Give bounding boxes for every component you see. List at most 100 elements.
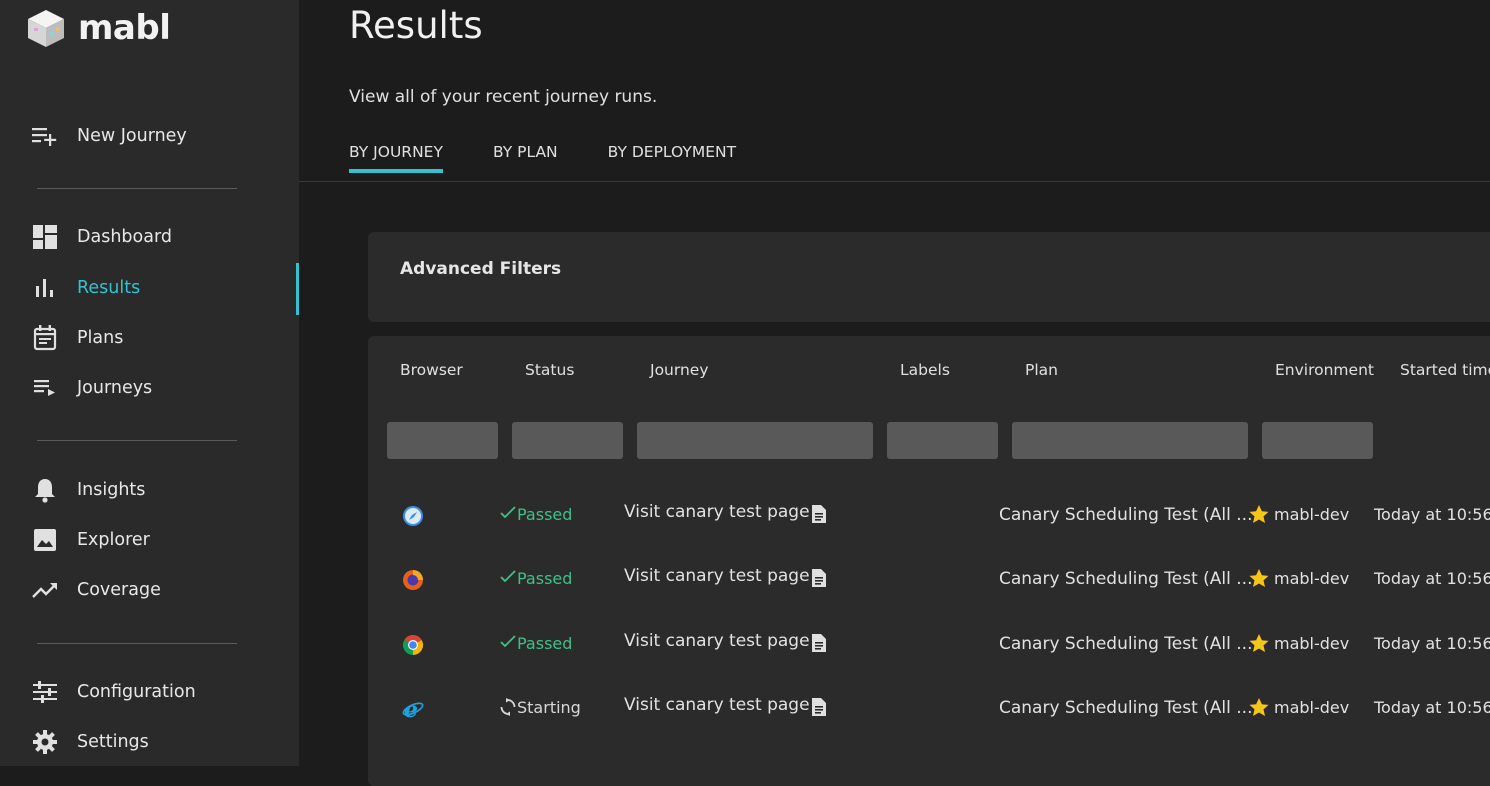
mabl-logo-icon xyxy=(28,10,64,47)
table-row[interactable]: e Starting Visit canary test page Canary… xyxy=(368,676,1490,740)
tab-by-deployment[interactable]: BY DEPLOYMENT xyxy=(608,143,736,173)
sidebar-item-label: Settings xyxy=(77,732,149,752)
mabl-logo[interactable]: mabl xyxy=(26,8,171,48)
document-icon[interactable] xyxy=(811,697,827,722)
tab-by-plan[interactable]: BY PLAN xyxy=(493,143,558,173)
passed-check-icon xyxy=(500,504,516,524)
playlist-add-icon xyxy=(32,123,58,149)
page-title: Results xyxy=(349,4,483,47)
sidebar: mabl New Journey Dashboard Results Plans… xyxy=(0,0,299,766)
sidebar-item-label: Dashboard xyxy=(77,227,172,247)
bell-icon xyxy=(32,477,58,503)
plan-link[interactable]: Canary Scheduling Test (All ... xyxy=(999,698,1253,718)
journey-link[interactable]: Visit canary test page xyxy=(624,502,810,522)
sidebar-item-configuration[interactable]: Configuration xyxy=(0,670,299,714)
image-icon xyxy=(32,527,58,553)
table-row[interactable]: Passed Visit canary test page Canary Sch… xyxy=(368,483,1490,547)
starting-sync-icon xyxy=(500,698,516,721)
results-table: Browser Status Journey Labels Plan Envir… xyxy=(368,336,1490,786)
passed-check-icon xyxy=(500,633,516,653)
environment-text: mabl-dev xyxy=(1274,698,1350,717)
firefox-icon xyxy=(402,569,424,596)
sidebar-item-label: Insights xyxy=(77,480,146,500)
column-header-journey[interactable]: Journey xyxy=(650,361,709,379)
safari-icon xyxy=(402,505,424,532)
sidebar-item-journeys[interactable]: Journeys xyxy=(0,366,299,410)
list-icon xyxy=(32,375,58,401)
sidebar-item-label: Journeys xyxy=(77,378,153,398)
environment-text: mabl-dev xyxy=(1274,569,1350,588)
column-header-labels[interactable]: Labels xyxy=(900,361,950,379)
environment-text: mabl-dev xyxy=(1274,634,1350,653)
tab-by-journey[interactable]: BY JOURNEY xyxy=(349,143,443,173)
column-header-status[interactable]: Status xyxy=(525,361,574,379)
document-icon[interactable] xyxy=(811,568,827,593)
column-header-browser[interactable]: Browser xyxy=(400,361,463,379)
sidebar-item-dashboard[interactable]: Dashboard xyxy=(0,215,299,259)
calendar-icon xyxy=(32,325,58,351)
browser-filter-input[interactable] xyxy=(387,422,498,459)
chrome-icon xyxy=(402,634,424,661)
app-name: mabl xyxy=(78,8,171,48)
sidebar-item-insights[interactable]: Insights xyxy=(0,468,299,512)
sidebar-item-label: Coverage xyxy=(77,580,161,600)
status-text: Passed xyxy=(517,634,573,653)
new-journey-button[interactable]: New Journey xyxy=(0,114,299,158)
sidebar-divider xyxy=(37,440,237,441)
plan-link[interactable]: Canary Scheduling Test (All ... xyxy=(999,634,1253,654)
sidebar-item-label: Results xyxy=(77,278,141,298)
started-time-text: Today at 10:56 AM xyxy=(1374,698,1490,717)
plan-filter-input[interactable] xyxy=(1012,422,1248,459)
dashboard-icon xyxy=(32,224,58,250)
document-icon[interactable] xyxy=(811,633,827,658)
sidebar-item-label: Configuration xyxy=(77,682,196,702)
started-time-text: Today at 10:56 AM xyxy=(1374,634,1490,653)
column-header-environment[interactable]: Environment xyxy=(1275,361,1374,379)
plan-link[interactable]: Canary Scheduling Test (All ... xyxy=(999,569,1253,589)
advanced-filters-panel[interactable]: Advanced Filters xyxy=(368,232,1490,322)
status-text: Passed xyxy=(517,505,573,524)
sidebar-item-results[interactable]: Results xyxy=(0,263,299,315)
sliders-icon xyxy=(32,679,58,705)
started-time-text: Today at 10:56 AM xyxy=(1374,505,1490,524)
environment-filter-input[interactable] xyxy=(1262,422,1373,459)
star-icon xyxy=(1249,698,1269,722)
sidebar-item-label: Plans xyxy=(77,328,124,348)
results-tabs: BY JOURNEY BY PLAN BY DEPLOYMENT xyxy=(349,143,786,173)
started-time-text: Today at 10:56 AM xyxy=(1374,569,1490,588)
journey-link[interactable]: Visit canary test page xyxy=(624,695,810,715)
table-row[interactable]: Passed Visit canary test page Canary Sch… xyxy=(368,547,1490,611)
tabs-divider xyxy=(299,181,1490,182)
sidebar-divider xyxy=(37,188,237,189)
star-icon xyxy=(1249,569,1269,593)
new-journey-label: New Journey xyxy=(77,126,187,146)
page-subtitle: View all of your recent journey runs. xyxy=(349,87,658,107)
labels-filter-input[interactable] xyxy=(887,422,998,459)
status-text: Starting xyxy=(517,698,581,717)
internet-explorer-icon: e xyxy=(402,697,424,726)
gear-icon xyxy=(32,729,58,755)
star-icon xyxy=(1249,634,1269,658)
passed-check-icon xyxy=(500,568,516,588)
column-header-plan[interactable]: Plan xyxy=(1025,361,1058,379)
sidebar-item-plans[interactable]: Plans xyxy=(0,316,299,360)
status-filter-input[interactable] xyxy=(512,422,623,459)
sidebar-divider xyxy=(37,643,237,644)
column-header-started-time[interactable]: Started time xyxy=(1400,361,1490,379)
plan-link[interactable]: Canary Scheduling Test (All ... xyxy=(999,505,1253,525)
table-row[interactable]: Passed Visit canary test page Canary Sch… xyxy=(368,612,1490,676)
advanced-filters-title[interactable]: Advanced Filters xyxy=(400,259,561,279)
bar-chart-icon xyxy=(32,275,58,301)
sidebar-item-settings[interactable]: Settings xyxy=(0,720,299,764)
sidebar-item-coverage[interactable]: Coverage xyxy=(0,568,299,612)
document-icon[interactable] xyxy=(811,504,827,529)
journey-link[interactable]: Visit canary test page xyxy=(624,566,810,586)
star-icon xyxy=(1249,505,1269,529)
journey-filter-input[interactable] xyxy=(637,422,873,459)
trending-icon xyxy=(32,577,58,603)
journey-link[interactable]: Visit canary test page xyxy=(624,631,810,651)
sidebar-item-explorer[interactable]: Explorer xyxy=(0,518,299,562)
environment-text: mabl-dev xyxy=(1274,505,1350,524)
main-content: Results View all of your recent journey … xyxy=(299,0,1490,786)
sidebar-item-label: Explorer xyxy=(77,530,150,550)
